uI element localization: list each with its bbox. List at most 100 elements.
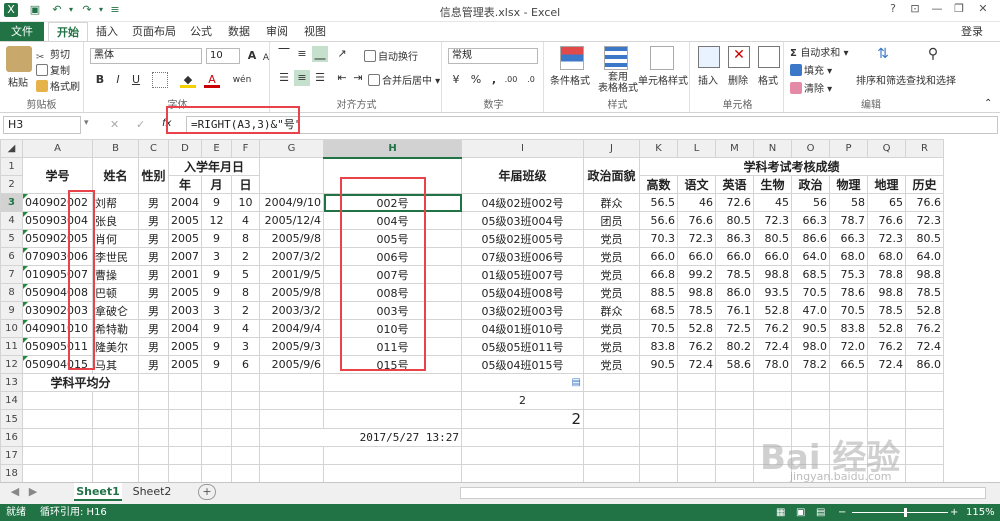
cell-date[interactable]: 2001/9/5 [259, 265, 324, 284]
cell-student-id[interactable]: 030902003 [22, 301, 93, 320]
cell-score[interactable]: 52.8 [905, 301, 944, 320]
cell-class[interactable]: 07级03班006号 [461, 247, 584, 266]
percent-button[interactable]: % [468, 72, 484, 88]
tab-data[interactable]: 数据 [224, 22, 254, 41]
number-format-select[interactable]: 常规 [448, 48, 538, 64]
cell-day[interactable]: 8 [231, 283, 260, 302]
orientation-icon[interactable]: ↗ [334, 46, 350, 62]
cell[interactable] [138, 373, 169, 392]
ribbon-display-icon[interactable]: ⊡ [906, 2, 924, 18]
average-label[interactable]: 学科平均分 [22, 373, 139, 392]
zoom-out-button[interactable]: − [838, 504, 846, 521]
cell[interactable] [829, 373, 868, 392]
header-subject[interactable]: 历史 [905, 175, 944, 194]
select-all-corner[interactable]: ◢ [0, 139, 23, 158]
cell-score[interactable]: 76.2 [753, 319, 792, 338]
table-format-icon[interactable] [604, 46, 628, 70]
format-button[interactable]: 格式 [758, 72, 778, 87]
insert-button[interactable]: 插入 [698, 72, 718, 87]
cell-student-id[interactable]: 050902005 [22, 229, 93, 248]
help-icon[interactable]: ? [884, 2, 902, 18]
cell-score[interactable]: 75.3 [829, 265, 868, 284]
increase-decimal-button[interactable]: .00 [502, 72, 520, 88]
merge-center-button[interactable]: 合并后居中 ▾ [368, 72, 440, 87]
cell-name[interactable]: 巴顿 [92, 283, 139, 302]
cell-gender[interactable]: 男 [138, 247, 169, 266]
cell-score[interactable]: 64.0 [791, 247, 830, 266]
cell-score[interactable]: 72.3 [867, 229, 906, 248]
cell-class[interactable]: 03级02班003号 [461, 301, 584, 320]
row-header[interactable]: 6 [0, 247, 23, 266]
cell-class[interactable]: 04级01班010号 [461, 319, 584, 338]
cell-score[interactable]: 68.0 [829, 247, 868, 266]
row-header[interactable]: 12 [0, 355, 23, 374]
header-subject[interactable]: 物理 [829, 175, 868, 194]
cell-political[interactable]: 党员 [583, 247, 640, 266]
header-subject[interactable]: 生物 [753, 175, 792, 194]
cell-name[interactable]: 刘帮 [92, 193, 139, 212]
cell-year[interactable]: 2003 [168, 301, 202, 320]
decrease-indent-icon[interactable]: ⇤ [334, 70, 350, 86]
cell-g16[interactable]: 2017/5/27 13:27 [259, 428, 462, 447]
cell[interactable] [715, 373, 754, 392]
cell-number-result[interactable]: 004号 [323, 211, 462, 230]
cell-score[interactable]: 78.5 [715, 265, 754, 284]
cell-score[interactable]: 80.2 [715, 337, 754, 356]
row-header[interactable]: 1 [0, 157, 23, 176]
cell-political[interactable]: 党员 [583, 319, 640, 338]
column-header-k[interactable]: K [639, 139, 678, 158]
phonetic-button[interactable]: wén [230, 72, 254, 88]
page-break-view-icon[interactable]: ▤ [816, 504, 825, 521]
cell-score[interactable]: 68.5 [639, 301, 678, 320]
cell-score[interactable]: 93.5 [753, 283, 792, 302]
cell-month[interactable]: 9 [201, 283, 232, 302]
copy-button[interactable]: 复制 [36, 62, 70, 77]
column-header-f[interactable]: F [231, 139, 260, 158]
cell-day[interactable]: 2 [231, 301, 260, 320]
cell-score[interactable]: 78.2 [791, 355, 830, 374]
header-subject[interactable]: 地理 [867, 175, 906, 194]
cell-day[interactable]: 3 [231, 337, 260, 356]
row-header[interactable]: 9 [0, 301, 23, 320]
add-sheet-button[interactable]: + [198, 484, 216, 500]
header-name[interactable]: 姓名 [92, 157, 139, 194]
accounting-format-icon[interactable]: ¥ [448, 72, 464, 88]
cell[interactable] [201, 373, 232, 392]
cell-score[interactable]: 72.3 [905, 211, 944, 230]
cell[interactable] [905, 373, 944, 392]
cell-student-id[interactable]: 050904015 [22, 355, 93, 374]
cell-score[interactable]: 70.5 [829, 301, 868, 320]
cell-score[interactable]: 72.3 [753, 211, 792, 230]
cell-day[interactable]: 5 [231, 265, 260, 284]
header-political[interactable]: 政治面貌 [583, 157, 640, 194]
column-header-d[interactable]: D [168, 139, 202, 158]
italic-button[interactable]: I [110, 72, 126, 88]
cell-name[interactable]: 肖何 [92, 229, 139, 248]
cell-score[interactable]: 90.5 [791, 319, 830, 338]
cell-date[interactable]: 2007/3/2 [259, 247, 324, 266]
sheet-tab-sheet1[interactable]: Sheet1 [74, 483, 122, 501]
cell[interactable] [753, 373, 792, 392]
cell-score[interactable]: 70.3 [639, 229, 678, 248]
cell-score[interactable]: 98.8 [905, 265, 944, 284]
cell-score[interactable]: 98.8 [677, 283, 716, 302]
cell-date[interactable]: 2003/3/2 [259, 301, 324, 320]
cell-score[interactable]: 72.4 [905, 337, 944, 356]
cell-student-id[interactable]: 010905007 [22, 265, 93, 284]
cell-score[interactable]: 98.8 [753, 265, 792, 284]
cell-score[interactable]: 66.0 [715, 247, 754, 266]
cell-month[interactable]: 3 [201, 247, 232, 266]
column-header-n[interactable]: N [753, 139, 792, 158]
cell-month[interactable]: 12 [201, 211, 232, 230]
column-header-r[interactable]: R [905, 139, 944, 158]
zoom-slider[interactable] [852, 512, 948, 513]
cell-score[interactable]: 66.3 [791, 211, 830, 230]
cell-score[interactable]: 76.1 [715, 301, 754, 320]
sort-filter-button[interactable]: 排序和筛选 [856, 72, 906, 87]
cell-political[interactable]: 群众 [583, 193, 640, 212]
cell[interactable] [231, 373, 260, 392]
cell-year[interactable]: 2005 [168, 337, 202, 356]
cell-day[interactable]: 8 [231, 229, 260, 248]
column-header-p[interactable]: P [829, 139, 868, 158]
cell-score[interactable]: 66.0 [677, 247, 716, 266]
